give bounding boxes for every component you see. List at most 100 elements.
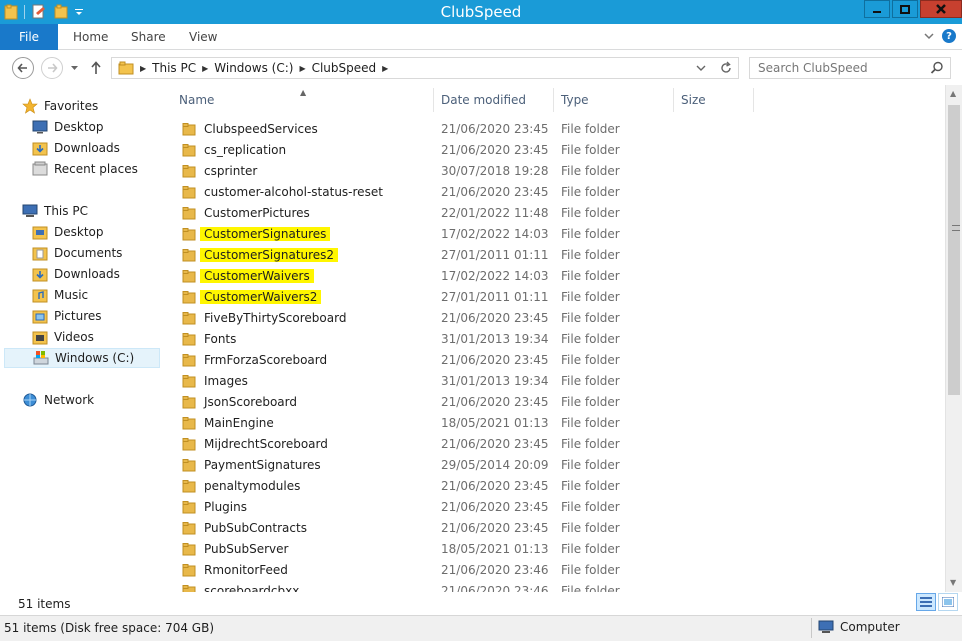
search-input[interactable]: Search ClubSpeed (749, 57, 951, 79)
refresh-icon[interactable] (720, 61, 732, 75)
vertical-scrollbar[interactable]: ▲ ▼ (945, 85, 962, 592)
scroll-up-icon[interactable]: ▲ (950, 89, 956, 98)
file-name-cell[interactable]: MainEngine (172, 416, 434, 430)
details-view-button[interactable] (916, 593, 936, 611)
tab-share[interactable]: Share (131, 30, 166, 44)
column-date-modified[interactable]: Date modified (434, 88, 554, 112)
sidebar-item-favorites[interactable]: Favorites (22, 96, 98, 116)
sidebar-item-this-pc[interactable]: This PC (22, 201, 88, 221)
file-name-cell[interactable]: Fonts (172, 332, 434, 346)
table-row[interactable]: PubSubServer 18/05/2021 01:13 File folder (172, 538, 944, 559)
file-name: RmonitorFeed (204, 562, 288, 577)
tab-view[interactable]: View (189, 30, 217, 44)
file-name-cell[interactable]: Images (172, 374, 434, 388)
table-row[interactable]: CustomerWaivers 17/02/2022 14:03 File fold… (172, 265, 944, 286)
up-arrow-icon[interactable] (90, 61, 102, 75)
sidebar-item-videos[interactable]: Videos (32, 327, 94, 347)
large-icons-view-button[interactable] (938, 593, 958, 611)
sidebar-item-downloads[interactable]: Downloads (32, 264, 120, 284)
sidebar-item-fav-desktop[interactable]: Desktop (32, 117, 104, 137)
chevron-down-icon[interactable] (696, 61, 706, 75)
column-type[interactable]: Type (554, 88, 674, 112)
table-row[interactable]: FiveByThirtyScoreboard 21/06/2020 23:45 Fi… (172, 307, 944, 328)
crumb-separator[interactable]: ▶ (299, 64, 305, 73)
table-row[interactable]: Plugins 21/06/2020 23:45 File folder (172, 496, 944, 517)
sidebar-item-windows-c[interactable]: Windows (C:) (4, 348, 160, 368)
tab-file[interactable]: File (0, 24, 58, 50)
scroll-down-icon[interactable]: ▼ (950, 578, 956, 587)
table-row[interactable]: JsonScoreboard 21/06/2020 23:45 File folde… (172, 391, 944, 412)
file-name-cell[interactable]: RmonitorFeed (172, 563, 434, 577)
column-size[interactable]: Size (674, 88, 754, 112)
breadcrumb-windows-c[interactable]: Windows (C:) (214, 61, 293, 75)
table-row[interactable]: CustomerSignatures2 27/01/2011 01:11 File … (172, 244, 944, 265)
sidebar-item-music[interactable]: Music (32, 285, 88, 305)
table-row[interactable]: Fonts 31/01/2013 19:34 File folder (172, 328, 944, 349)
file-name-cell[interactable]: FrmForzaScoreboard (172, 353, 434, 367)
file-name-cell[interactable]: FiveByThirtyScoreboard (172, 311, 434, 325)
file-name-cell[interactable]: penaltymodules (172, 479, 434, 493)
sidebar-item-documents[interactable]: Documents (32, 243, 122, 263)
file-name-cell[interactable]: MijdrechtScoreboard (172, 437, 434, 451)
file-name-cell[interactable]: JsonScoreboard (172, 395, 434, 409)
folder-icon (182, 437, 196, 450)
close-button[interactable] (920, 0, 962, 18)
table-row[interactable]: CustomerSignatures 17/02/2022 14:03 File f… (172, 223, 944, 244)
table-row[interactable]: RmonitorFeed 21/06/2020 23:46 File folder (172, 559, 944, 580)
table-row[interactable]: penaltymodules 21/06/2020 23:45 File folde… (172, 475, 944, 496)
file-name-cell[interactable]: CustomerSignatures (172, 226, 434, 241)
table-row[interactable]: CustomerWaivers2 27/01/2011 01:11 File fol… (172, 286, 944, 307)
table-row[interactable]: Images 31/01/2013 19:34 File folder (172, 370, 944, 391)
crumb-separator[interactable]: ▶ (140, 64, 146, 73)
search-placeholder: Search ClubSpeed (758, 61, 868, 75)
table-row[interactable]: PaymentSignatures 29/05/2014 20:09 File fo… (172, 454, 944, 475)
table-row[interactable]: FrmForzaScoreboard 21/06/2020 23:45 File f… (172, 349, 944, 370)
help-icon[interactable]: ? (942, 29, 956, 43)
table-row[interactable]: CustomerPictures 22/01/2022 11:48 File fol… (172, 202, 944, 223)
table-row[interactable]: PubSubContracts 21/06/2020 23:45 File fold… (172, 517, 944, 538)
file-name-cell[interactable]: CustomerWaivers2 (172, 289, 434, 304)
file-name-cell[interactable]: scoreboardcbxx (172, 584, 434, 592)
file-name-cell[interactable]: CustomerWaivers (172, 268, 434, 283)
star-icon (22, 98, 38, 114)
file-name-cell[interactable]: CustomerPictures (172, 206, 434, 220)
file-name-cell[interactable]: customer-alcohol-status-reset (172, 185, 434, 199)
crumb-separator[interactable]: ▶ (202, 64, 208, 73)
table-row[interactable]: MainEngine 18/05/2021 01:13 File folder (172, 412, 944, 433)
file-name-cell[interactable]: ClubspeedServices (172, 122, 434, 136)
table-row[interactable]: cs_replication 21/06/2020 23:45 File folde… (172, 139, 944, 160)
table-row[interactable]: customer-alcohol-status-reset 21/06/2020 … (172, 181, 944, 202)
search-icon[interactable] (930, 61, 944, 75)
table-row[interactable]: csprinter 30/07/2018 19:28 File folder (172, 160, 944, 181)
breadcrumb-this-pc[interactable]: This PC (152, 61, 196, 75)
breadcrumb-clubspeed[interactable]: ClubSpeed (312, 61, 377, 75)
sidebar-item-pictures[interactable]: Pictures (32, 306, 102, 326)
file-name-cell[interactable]: PubSubContracts (172, 521, 434, 535)
recent-locations-icon[interactable] (70, 65, 79, 71)
sidebar-item-network[interactable]: Network (22, 390, 94, 410)
file-name-cell[interactable]: PubSubServer (172, 542, 434, 556)
file-name-cell[interactable]: cs_replication (172, 143, 434, 157)
sidebar-item-fav-downloads[interactable]: Downloads (32, 138, 120, 158)
tab-home[interactable]: Home (73, 30, 108, 44)
table-row[interactable]: scoreboardcbxx 21/06/2020 23:46 File folde… (172, 580, 944, 592)
address-bar[interactable]: ▶ This PC ▶ Windows (C:) ▶ ClubSpeed ▶ (111, 57, 739, 79)
column-name[interactable]: Name ▲ (172, 88, 434, 112)
file-type: File folder (561, 541, 620, 556)
file-date: 29/05/2014 20:09 (441, 457, 549, 472)
back-button[interactable] (12, 57, 34, 79)
crumb-separator[interactable]: ▶ (382, 64, 388, 73)
forward-button[interactable] (41, 57, 63, 79)
file-name-cell[interactable]: Plugins (172, 500, 434, 514)
expand-ribbon-icon[interactable] (924, 32, 934, 40)
file-name-cell[interactable]: csprinter (172, 164, 434, 178)
file-name-cell[interactable]: CustomerSignatures2 (172, 247, 434, 262)
maximize-button[interactable] (892, 0, 918, 18)
scrollbar-thumb[interactable] (948, 105, 960, 395)
table-row[interactable]: MijdrechtScoreboard 21/06/2020 23:45 File … (172, 433, 944, 454)
minimize-button[interactable] (864, 0, 890, 18)
file-name-cell[interactable]: PaymentSignatures (172, 458, 434, 472)
sidebar-item-recent-places[interactable]: Recent places (32, 159, 138, 179)
sidebar-item-desktop[interactable]: Desktop (32, 222, 104, 242)
table-row[interactable]: ClubspeedServices 21/06/2020 23:45 File fo… (172, 118, 944, 139)
